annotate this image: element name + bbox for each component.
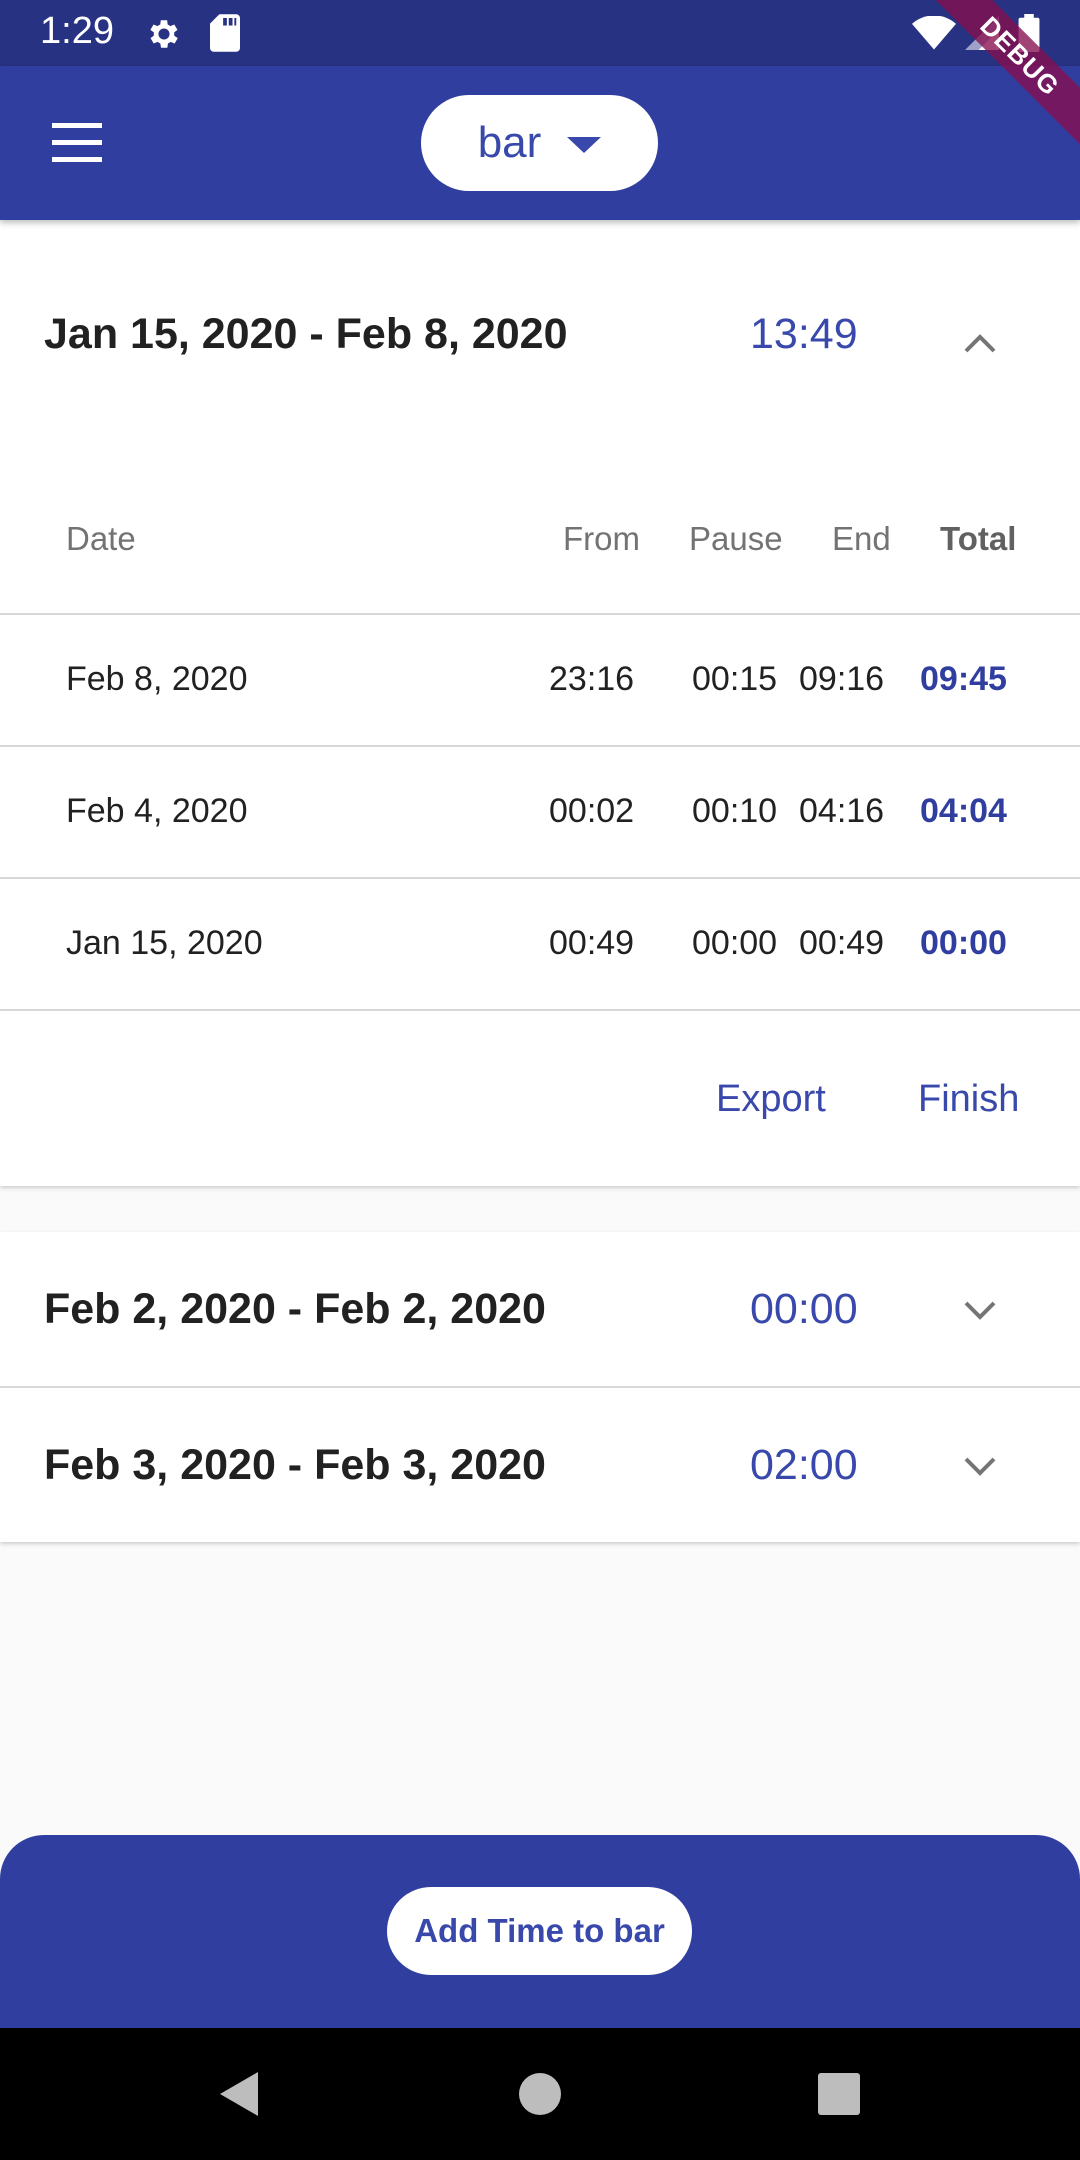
group-header-0[interactable]: Jan 15, 2020 - Feb 8, 2020 13:49: [0, 220, 1080, 410]
row-end: 09:16: [799, 660, 885, 698]
chevron-down-icon[interactable]: [960, 1298, 1000, 1324]
caret-down-icon: [567, 137, 602, 153]
row-total: 00:00: [920, 924, 1007, 962]
finish-button[interactable]: Finish: [918, 1078, 1019, 1121]
row-total: 09:45: [920, 660, 1007, 698]
project-dropdown-label: bar: [477, 118, 542, 167]
export-button[interactable]: Export: [716, 1078, 826, 1121]
add-time-button[interactable]: Add Time to bar: [387, 1887, 692, 1975]
column-header-from: From: [563, 520, 640, 557]
group-total: 13:49: [750, 310, 858, 358]
back-icon[interactable]: [218, 2070, 262, 2118]
table-row: Feb 4, 2020 00:02 00:10 04:16 04:04: [0, 747, 1080, 877]
table-row: Feb 8, 2020 23:16 00:15 09:16 09:45: [0, 615, 1080, 745]
menu-icon[interactable]: [40, 112, 114, 172]
column-header-end: End: [832, 520, 891, 557]
status-time: 1:29: [40, 10, 114, 52]
row-end: 04:16: [799, 792, 885, 830]
table-row: Jan 15, 2020 00:49 00:00 00:49 00:00: [0, 879, 1080, 1009]
project-dropdown[interactable]: bar: [421, 95, 658, 191]
row-date: Jan 15, 2020: [66, 924, 263, 962]
group-total: 02:00: [750, 1441, 858, 1489]
row-date: Feb 4, 2020: [66, 792, 248, 830]
group-range: Feb 3, 2020 - Feb 3, 2020: [44, 1441, 546, 1489]
row-total: 04:04: [920, 792, 1007, 830]
group-total: 00:00: [750, 1285, 858, 1333]
column-header-pause: Pause: [689, 520, 783, 557]
row-date: Feb 8, 2020: [66, 660, 248, 698]
group-range: Feb 2, 2020 - Feb 2, 2020: [44, 1285, 546, 1333]
row-from: 23:16: [549, 660, 635, 698]
chevron-up-icon[interactable]: [960, 330, 1000, 356]
column-header-total: Total: [940, 520, 1017, 557]
navigation-bar: [0, 2028, 1080, 2160]
row-pause: 00:00: [692, 924, 778, 962]
column-header-date: Date: [66, 520, 136, 557]
row-from: 00:49: [549, 924, 635, 962]
app-bar: bar: [0, 66, 1080, 220]
bottom-sheet: Add Time to bar: [0, 1835, 1080, 2030]
expanded-group-card: Jan 15, 2020 - Feb 8, 2020 13:49 Date Fr…: [0, 220, 1080, 1186]
divider: [0, 1009, 1080, 1011]
gear-icon: [150, 20, 178, 48]
home-icon[interactable]: [519, 2073, 561, 2115]
recents-icon[interactable]: [818, 2073, 860, 2115]
row-from: 00:02: [549, 792, 635, 830]
row-pause: 00:10: [692, 792, 778, 830]
wifi-icon: [912, 16, 956, 50]
collapsed-groups-card: Feb 2, 2020 - Feb 2, 2020 00:00 Feb 3, 2…: [0, 1232, 1080, 1542]
status-bar: 1:29: [0, 0, 1080, 66]
group-range: Jan 15, 2020 - Feb 8, 2020: [44, 310, 568, 358]
row-pause: 00:15: [692, 660, 778, 698]
row-end: 00:49: [799, 924, 885, 962]
sd-card-icon: [210, 14, 240, 52]
chevron-down-icon[interactable]: [960, 1454, 1000, 1480]
group-header-2[interactable]: Feb 3, 2020 - Feb 3, 2020 02:00: [0, 1388, 1080, 1542]
group-header-1[interactable]: Feb 2, 2020 - Feb 2, 2020 00:00: [0, 1232, 1080, 1387]
